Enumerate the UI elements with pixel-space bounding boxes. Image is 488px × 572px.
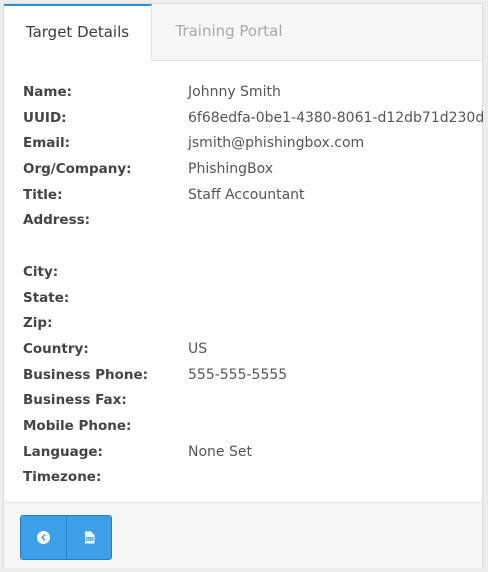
detail-row-address: Address: <box>23 208 478 259</box>
detail-row-country: Country: US <box>23 337 478 363</box>
detail-row-state: State: <box>23 286 478 312</box>
panel-footer <box>4 502 482 568</box>
detail-value: jsmith@phishingbox.com <box>188 135 365 152</box>
detail-label: Org/Company: <box>23 161 132 178</box>
detail-label: Business Fax: <box>23 392 127 409</box>
detail-label: Business Phone: <box>23 366 149 383</box>
detail-label: Language: <box>23 443 103 460</box>
target-details-panel: Target Details Training Portal Name: Joh… <box>3 3 484 568</box>
detail-label: Name: <box>23 84 73 100</box>
detail-row-name: Name: Johnny Smith <box>23 80 478 106</box>
detail-value: 6f68edfa-0be1-4380-8061-d12db71d230d <box>188 109 485 126</box>
details-list: Name: Johnny Smith UUID: 6f68edfa-0be1-4… <box>23 80 484 491</box>
detail-row-org: Org/Company: PhishingBox <box>23 157 478 183</box>
detail-row-mobile-phone: Mobile Phone: <box>23 414 478 440</box>
detail-row-zip: Zip: <box>23 311 478 337</box>
detail-row-business-fax: Business Fax: <box>23 388 478 414</box>
tab-bar: Target Details Training Portal <box>4 4 482 61</box>
pdf-button[interactable] <box>66 516 111 559</box>
detail-label: Email: <box>23 135 71 152</box>
detail-label: Country: <box>23 340 89 357</box>
detail-row-timezone: Timezone: <box>23 465 478 491</box>
detail-label: City: <box>23 263 59 280</box>
detail-label: UUID: <box>23 109 67 126</box>
detail-label: Timezone: <box>23 469 102 486</box>
detail-value: PhishingBox <box>188 161 274 178</box>
tab-target-details[interactable]: Target Details <box>4 4 152 61</box>
back-icon <box>37 531 50 544</box>
back-button[interactable] <box>21 516 66 559</box>
detail-label: Zip: <box>23 315 53 332</box>
detail-value: US <box>188 340 208 357</box>
detail-row-uuid: UUID: 6f68edfa-0be1-4380-8061-d12db71d23… <box>23 106 484 132</box>
detail-value: Staff Accountant <box>188 186 305 203</box>
detail-row-email: Email: jsmith@phishingbox.com <box>23 131 478 157</box>
detail-value: Johnny Smith <box>188 84 281 100</box>
detail-row-business-phone: Business Phone: 555-555-5555 <box>23 363 478 389</box>
detail-value: 555-555-5555 <box>188 366 288 383</box>
action-button-group <box>20 515 112 560</box>
detail-label: State: <box>23 289 70 306</box>
detail-row-language: Language: None Set <box>23 440 478 466</box>
detail-label: Title: <box>23 186 63 203</box>
detail-label: Mobile Phone: <box>23 417 132 434</box>
pdf-icon <box>84 531 94 544</box>
detail-row-title: Title: Staff Accountant <box>23 183 478 209</box>
detail-label: Address: <box>23 212 91 229</box>
detail-value: None Set <box>188 443 252 460</box>
detail-row-city: City: <box>23 260 478 286</box>
tab-training-portal[interactable]: Training Portal <box>152 4 306 60</box>
